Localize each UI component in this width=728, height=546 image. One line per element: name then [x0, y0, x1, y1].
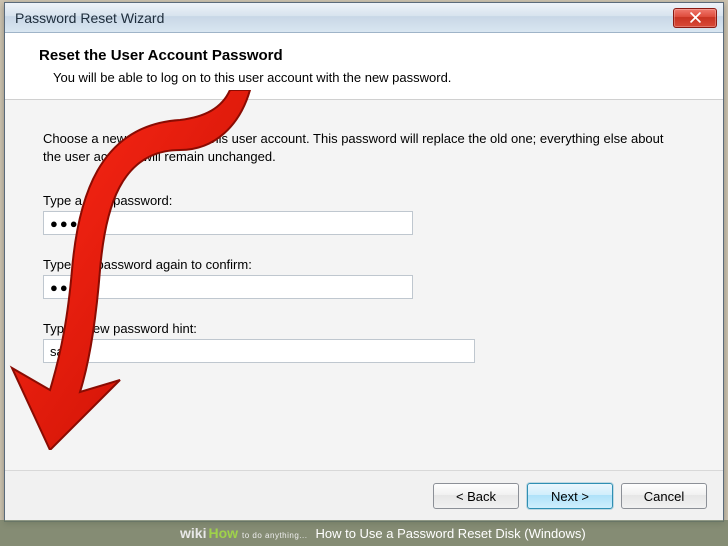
watermark-article-title: How to Use a Password Reset Disk (Window… [315, 526, 585, 541]
titlebar: Password Reset Wizard [5, 3, 723, 33]
hint-block: Type a new password hint: same [43, 321, 685, 363]
confirm-password-block: Type the password again to confirm: ●●●● [43, 257, 685, 299]
new-password-block: Type a new password: ●●●● [43, 193, 685, 235]
logo-tagline: to do anything... [242, 531, 307, 540]
new-password-value: ●●●● [50, 216, 89, 231]
next-button[interactable]: Next > [527, 483, 613, 509]
confirm-password-value: ●●●● [50, 280, 89, 295]
new-password-input[interactable]: ●●●● [43, 211, 413, 235]
watermark-bar: wikiHow to do anything... How to Use a P… [0, 520, 728, 546]
button-bar: < Back Next > Cancel [5, 471, 723, 521]
instruction-text: Choose a new password for this user acco… [43, 130, 685, 165]
wikihow-logo: wikiHow to do anything... [0, 525, 315, 541]
logo-wiki: wiki [180, 525, 206, 541]
cancel-button[interactable]: Cancel [621, 483, 707, 509]
window-title: Password Reset Wizard [15, 10, 673, 26]
logo-how: How [208, 525, 238, 541]
wizard-window: Password Reset Wizard Reset the User Acc… [4, 2, 724, 522]
back-button[interactable]: < Back [433, 483, 519, 509]
hint-value: same [50, 344, 82, 359]
hint-label: Type a new password hint: [43, 321, 685, 336]
text-caret [83, 344, 84, 358]
new-password-label: Type a new password: [43, 193, 685, 208]
page-subtitle: You will be able to log on to this user … [53, 70, 699, 85]
close-button[interactable] [673, 8, 717, 28]
hint-input[interactable]: same [43, 339, 475, 363]
confirm-password-label: Type the password again to confirm: [43, 257, 685, 272]
close-icon [690, 12, 701, 23]
confirm-password-input[interactable]: ●●●● [43, 275, 413, 299]
wizard-content: Choose a new password for this user acco… [5, 100, 723, 471]
wizard-header: Reset the User Account Password You will… [5, 33, 723, 100]
page-heading: Reset the User Account Password [39, 47, 699, 64]
